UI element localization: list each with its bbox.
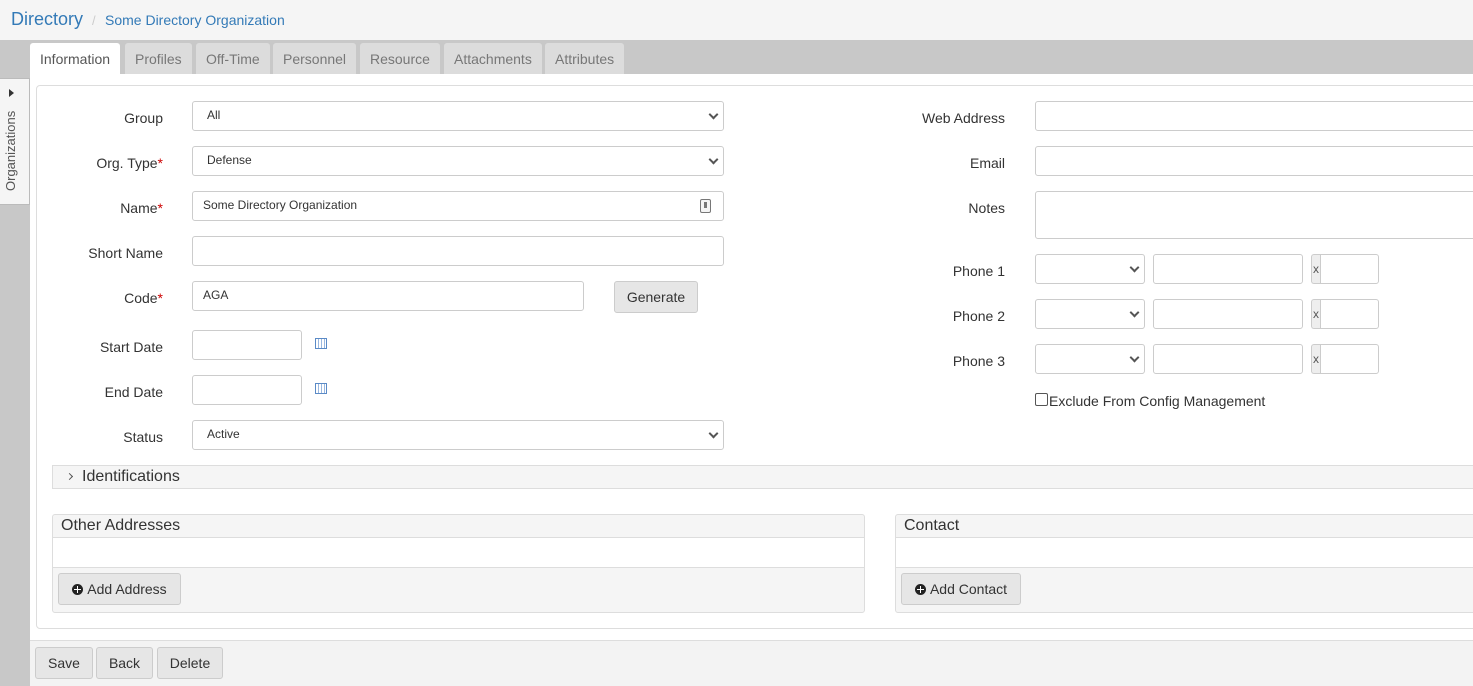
name-input[interactable]: Some Directory Organization [192, 191, 724, 221]
phone-1-label: Phone 1 [952, 263, 1005, 279]
breadcrumb-directory-link[interactable]: Directory [11, 9, 83, 30]
phone-3-label: Phone 3 [952, 353, 1005, 369]
tab-resource[interactable]: Resource [360, 43, 440, 74]
add-contact-button[interactable]: Add Contact [901, 573, 1021, 605]
org-type-select-value: Defense [207, 153, 252, 167]
chevron-down-icon [708, 109, 719, 120]
group-select[interactable]: All [192, 101, 724, 131]
name-label: Name* [120, 200, 163, 216]
email-input[interactable] [1035, 146, 1473, 176]
chevron-right-icon [65, 472, 74, 481]
end-date-label: End Date [104, 384, 163, 400]
delete-button[interactable]: Delete [157, 647, 223, 679]
tab-profiles[interactable]: Profiles [125, 43, 192, 74]
org-type-label: Org. Type* [96, 155, 163, 171]
form-footer: Save Back Delete [30, 640, 1473, 686]
chevron-down-icon [1129, 352, 1140, 363]
tab-bar: Information Profiles Off-Time Personnel … [30, 40, 1473, 78]
phone-2-ext-prefix: x [1311, 299, 1320, 329]
chevron-down-icon [1129, 262, 1140, 273]
other-addresses-title: Other Addresses [61, 517, 181, 534]
chevron-down-icon [1129, 307, 1140, 318]
group-label: Group [124, 110, 163, 126]
short-name-label: Short Name [88, 245, 163, 261]
phone-2-number-input[interactable] [1153, 299, 1303, 329]
identifications-label: Identifications [82, 468, 180, 485]
add-contact-label: Add Contact [929, 581, 1008, 597]
organizations-toggle-label: Organizations [3, 110, 18, 191]
contact-card-icon[interactable] [700, 199, 711, 213]
phone-1-ext-input[interactable] [1320, 254, 1379, 284]
other-addresses-section: Other Addresses Add Address [52, 514, 865, 613]
add-address-button[interactable]: Add Address [58, 573, 181, 605]
tab-off-time[interactable]: Off-Time [196, 43, 270, 74]
status-select-value: Active [207, 427, 240, 441]
breadcrumb-current[interactable]: Some Directory Organization [105, 12, 285, 28]
status-label: Status [123, 429, 163, 445]
end-date-input[interactable] [192, 375, 302, 405]
plus-circle-icon [914, 584, 926, 595]
phone-1-type-select[interactable] [1035, 254, 1145, 284]
phone-1-ext-prefix: x [1311, 254, 1320, 284]
contact-list [896, 537, 1473, 568]
tab-information[interactable]: Information [30, 43, 121, 78]
page-header: Directory / Some Directory Organization [0, 0, 1473, 40]
generate-button[interactable]: Generate [614, 281, 698, 313]
back-button[interactable]: Back [96, 647, 153, 679]
contact-title: Contact [904, 517, 960, 534]
calendar-icon[interactable] [315, 338, 327, 349]
tab-attachments[interactable]: Attachments [444, 43, 542, 74]
phone-3-ext-input[interactable] [1320, 344, 1379, 374]
phone-2-ext-input[interactable] [1320, 299, 1379, 329]
other-addresses-list [53, 537, 864, 568]
phone-2-label: Phone 2 [952, 308, 1005, 324]
exclude-config-checkbox[interactable] [1035, 393, 1048, 406]
notes-label: Notes [968, 200, 1005, 216]
name-input-value: Some Directory Organization [203, 198, 358, 212]
short-name-input[interactable] [192, 236, 724, 266]
add-address-label: Add Address [87, 581, 167, 597]
chevron-down-icon [708, 428, 719, 439]
group-select-value: All [207, 108, 221, 122]
email-label: Email [969, 155, 1005, 171]
web-address-label: Web Address [921, 110, 1005, 126]
breadcrumb-separator: / [92, 13, 96, 28]
start-date-input[interactable] [192, 330, 302, 360]
calendar-icon[interactable] [315, 383, 327, 394]
org-type-select[interactable]: Defense [192, 146, 724, 176]
phone-3-ext-prefix: x [1311, 344, 1320, 374]
save-button[interactable]: Save [35, 647, 93, 679]
phone-1-number-input[interactable] [1153, 254, 1303, 284]
chevron-down-icon [708, 154, 719, 165]
identifications-toggle[interactable]: Identifications [52, 465, 1473, 489]
start-date-label: Start Date [99, 339, 163, 355]
exclude-config-label[interactable]: Exclude From Config Management [1049, 393, 1265, 409]
web-address-input[interactable] [1035, 101, 1473, 131]
caret-right-icon [9, 89, 14, 97]
contact-section: Contact Add Contact [895, 514, 1473, 613]
notes-textarea[interactable] [1035, 191, 1473, 239]
tab-attributes[interactable]: Attributes [545, 43, 625, 74]
status-select[interactable]: Active [192, 420, 724, 450]
code-label: Code* [124, 290, 163, 306]
plus-circle-icon [72, 584, 84, 595]
code-input[interactable]: AGA [192, 281, 584, 311]
phone-3-type-select[interactable] [1035, 344, 1145, 374]
phone-3-number-input[interactable] [1153, 344, 1303, 374]
tab-personnel[interactable]: Personnel [273, 43, 357, 74]
organizations-sidebar-toggle[interactable]: Organizations [0, 78, 30, 205]
phone-2-type-select[interactable] [1035, 299, 1145, 329]
